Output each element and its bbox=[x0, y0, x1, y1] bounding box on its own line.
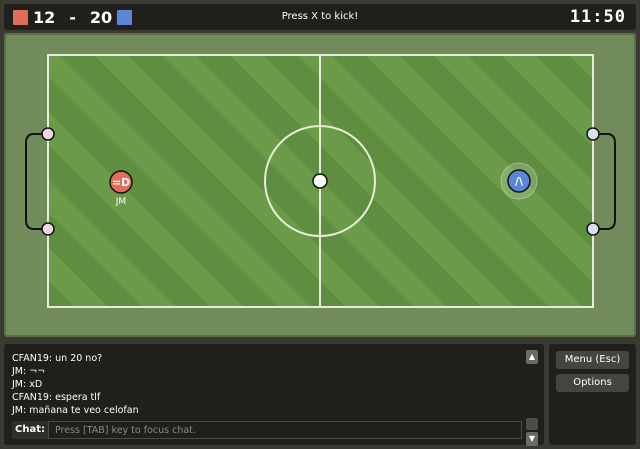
chat-scrollbar[interactable]: ▲ ▼ bbox=[526, 350, 538, 446]
chat-label: Chat: bbox=[12, 421, 48, 439]
left-goal-post-top bbox=[41, 127, 55, 141]
blue-player: /\ bbox=[500, 162, 538, 200]
soccer-field: =D JM /\ bbox=[25, 54, 616, 308]
right-goal-post-top bbox=[586, 127, 600, 141]
chat-message: JM: xD bbox=[12, 379, 43, 390]
scroll-up-icon[interactable]: ▲ bbox=[526, 350, 538, 364]
ball bbox=[312, 173, 328, 189]
right-goal-net bbox=[593, 133, 616, 230]
red-player-name: JM bbox=[115, 197, 126, 207]
game-stage[interactable]: =D JM /\ bbox=[4, 33, 636, 337]
chat-panel: CFAN19: un 20 no? JM: ¬¬ JM: xD CFAN19: … bbox=[4, 344, 544, 446]
chat-message: JM: mañana te veo celofan bbox=[12, 405, 139, 416]
left-goal-net bbox=[25, 133, 48, 230]
scroll-thumb[interactable] bbox=[526, 418, 538, 430]
chat-input-row: Chat: bbox=[12, 421, 522, 439]
chat-message: CFAN19: espera tlf bbox=[12, 392, 101, 403]
right-goal-post-bottom bbox=[586, 222, 600, 236]
chat-input[interactable] bbox=[48, 421, 522, 439]
chat-log: CFAN19: un 20 no? JM: ¬¬ JM: xD CFAN19: … bbox=[12, 352, 512, 417]
options-button[interactable]: Options bbox=[556, 374, 629, 392]
left-goal-post-bottom bbox=[41, 222, 55, 236]
side-menu: Menu (Esc) Options bbox=[549, 344, 636, 445]
game-clock: 11:50 bbox=[569, 7, 626, 27]
chat-message: CFAN19: un 20 no? bbox=[12, 353, 103, 364]
red-player-avatar: =D bbox=[112, 176, 130, 189]
top-bar: 12 - 20 Press X to kick! 11:50 bbox=[4, 4, 636, 30]
scroll-down-icon[interactable]: ▼ bbox=[526, 432, 538, 446]
kick-hint: Press X to kick! bbox=[281, 11, 359, 22]
blue-player-avatar: /\ bbox=[515, 175, 524, 188]
chat-message: JM: ¬¬ bbox=[12, 366, 46, 377]
menu-button[interactable]: Menu (Esc) bbox=[556, 351, 629, 369]
